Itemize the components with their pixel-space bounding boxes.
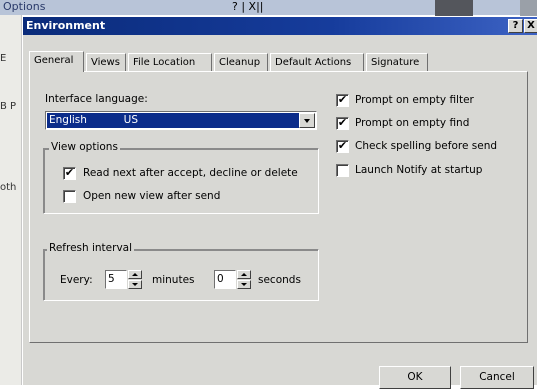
check-spelling-checkbox[interactable]: ✔ (336, 139, 349, 153)
seconds-up-button[interactable] (237, 270, 251, 279)
tab-general[interactable]: General (29, 51, 84, 72)
background-window-buttons[interactable]: ? | X|| (232, 0, 264, 13)
read-next-checkbox[interactable]: ✔ (63, 166, 76, 180)
close-button[interactable]: X (524, 19, 537, 33)
view-options-group: View options (43, 141, 319, 214)
seconds-label: seconds (258, 274, 301, 286)
arrow-up-icon (241, 273, 247, 276)
background-window-body: E B P oth (0, 15, 22, 385)
prompt-empty-filter-label: Prompt on empty filter (355, 94, 474, 106)
dialog-titlebar[interactable]: Environment ? X (23, 17, 537, 35)
background-panel-light (520, 0, 537, 16)
tab-default-actions[interactable]: Default Actions (270, 53, 364, 71)
check-mark-icon: ✔ (337, 139, 348, 152)
check-spelling-label: Check spelling before send (355, 140, 498, 152)
interface-language-select[interactable]: English US (45, 111, 317, 130)
background-label-1: E (0, 53, 7, 64)
tab-file-location[interactable]: File Location (128, 53, 212, 71)
tab-views[interactable]: Views (86, 53, 126, 71)
read-next-label: Read next after accept, decline or delet… (83, 167, 298, 179)
arrow-down-icon (241, 283, 247, 286)
prompt-empty-find-checkbox[interactable]: ✔ (336, 116, 349, 130)
chevron-down-icon (304, 119, 310, 123)
arrow-down-icon (132, 283, 138, 286)
prompt-empty-filter-checkbox[interactable]: ✔ (336, 93, 349, 107)
launch-notify-checkbox[interactable] (336, 164, 349, 177)
arrow-up-icon (132, 273, 138, 276)
minutes-spinner (128, 270, 142, 289)
view-options-legend: View options (49, 141, 120, 153)
prompt-empty-find-label: Prompt on empty find (355, 117, 470, 129)
check-mark-icon: ✔ (337, 93, 348, 106)
seconds-input[interactable]: 0 (214, 270, 236, 289)
every-label: Every: (60, 274, 93, 286)
ok-button[interactable]: OK (379, 366, 451, 389)
environment-dialog: Environment ? X General Views File Locat… (22, 16, 537, 389)
minutes-up-button[interactable] (128, 270, 142, 279)
dialog-title: Environment (26, 19, 106, 32)
check-mark-icon: ✔ (64, 166, 75, 179)
open-new-view-checkbox[interactable] (63, 190, 76, 203)
background-panel-dark (435, 0, 473, 16)
minutes-label: minutes (152, 274, 195, 286)
check-mark-icon: ✔ (337, 116, 348, 129)
minutes-down-button[interactable] (128, 280, 142, 289)
refresh-interval-legend: Refresh interval (47, 242, 135, 254)
background-label-2: B P (0, 101, 17, 112)
background-label-3: oth (0, 182, 17, 193)
help-button[interactable]: ? (508, 19, 523, 33)
dropdown-button[interactable] (299, 113, 315, 128)
minutes-input[interactable]: 5 (105, 270, 127, 289)
seconds-spinner (237, 270, 251, 289)
interface-language-value: English US (47, 113, 299, 128)
cancel-button[interactable]: Cancel (460, 366, 534, 389)
interface-language-label: Interface language: (45, 93, 148, 105)
open-new-view-label: Open new view after send (83, 190, 221, 202)
tab-cleanup[interactable]: Cleanup (214, 53, 268, 71)
background-window-title: Options (3, 0, 46, 13)
tab-signature[interactable]: Signature (366, 53, 428, 71)
seconds-down-button[interactable] (237, 280, 251, 289)
launch-notify-label: Launch Notify at startup (355, 164, 483, 176)
